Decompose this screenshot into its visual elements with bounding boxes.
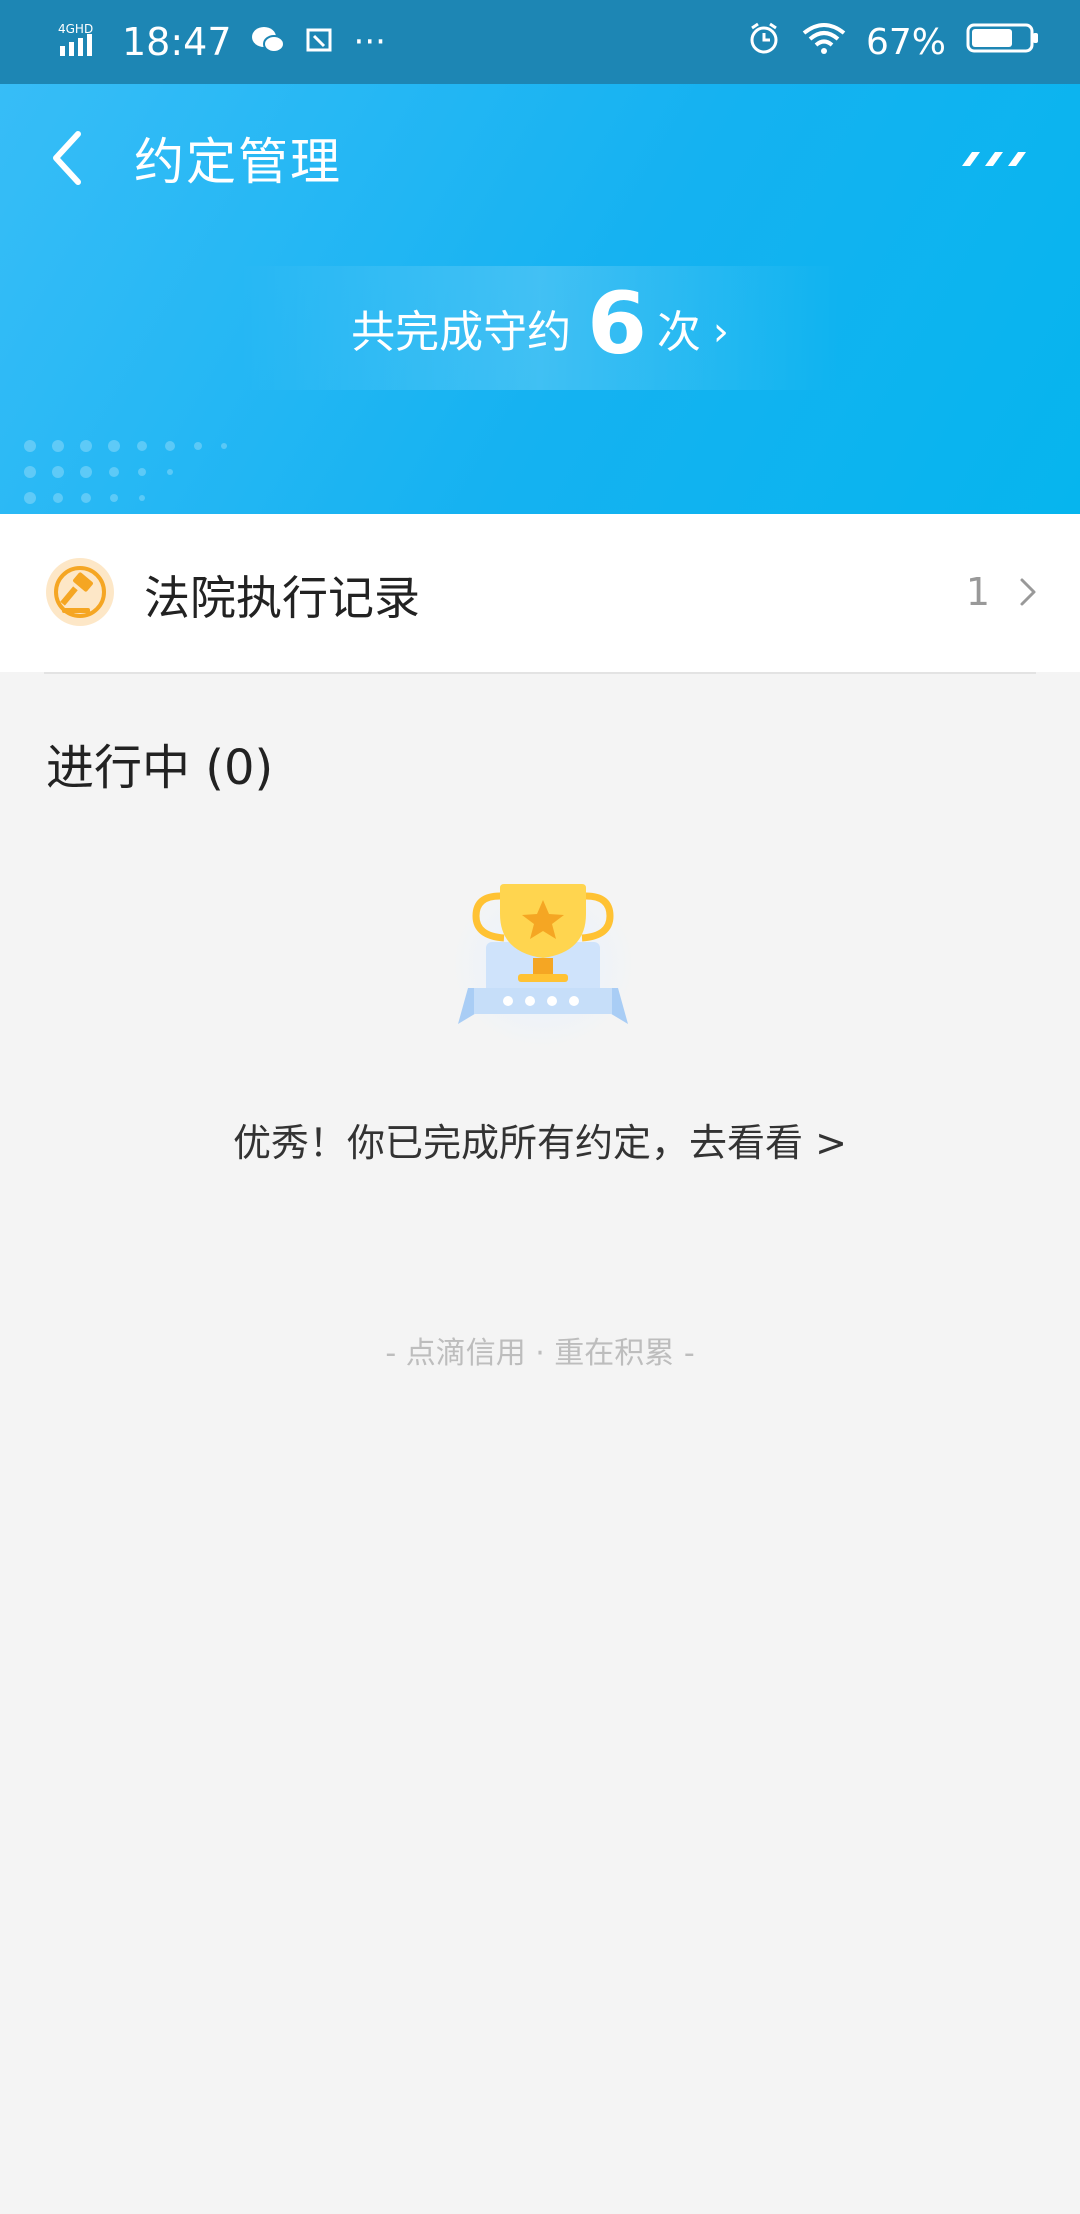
signal-icon: 4GHD [58,22,104,62]
gavel-icon [44,556,116,628]
chevron-right-icon [1016,572,1040,612]
battery-icon [966,21,1040,64]
court-record-row[interactable]: 法院执行记录 1 [0,514,1080,672]
completed-suffix: 次 [656,307,701,358]
divider [44,672,1036,674]
status-bar: 4GHD 18:47 ··· 67% [0,0,1080,84]
back-button[interactable] [44,124,94,194]
header: 约定管理 共完成守约 6 次 › [0,84,1080,514]
footer-slogan: - 点滴信用 · 重在积累 - [385,1336,695,1371]
more-menu-button[interactable] [958,144,1028,174]
alarm-icon [746,20,782,65]
svg-text:4GHD: 4GHD [58,22,93,36]
court-record-count: 1 [965,570,990,614]
page-title: 约定管理 [134,133,342,191]
battery-percent: 67% [865,21,946,63]
status-time: 18:47 [122,20,232,64]
more-dots-icon: ··· [353,22,386,62]
chevron-right-icon: › [712,309,729,355]
completed-count-link[interactable]: 共完成守约 6 次 › [0,266,1080,390]
empty-state-message-link[interactable]: 优秀！你已完成所有约定，去看看 > [0,1112,1080,1167]
court-record-label: 法院执行记录 [144,571,420,625]
trophy-icon [448,874,638,1054]
in-progress-title: 进行中 (0) [46,740,274,796]
completed-prefix: 共完成守约 [351,307,572,358]
wifi-icon [802,21,846,64]
decorative-dots [24,440,244,514]
completed-count: 6 [587,274,647,374]
screenshot-icon [304,24,336,60]
wechat-icon [250,24,286,60]
